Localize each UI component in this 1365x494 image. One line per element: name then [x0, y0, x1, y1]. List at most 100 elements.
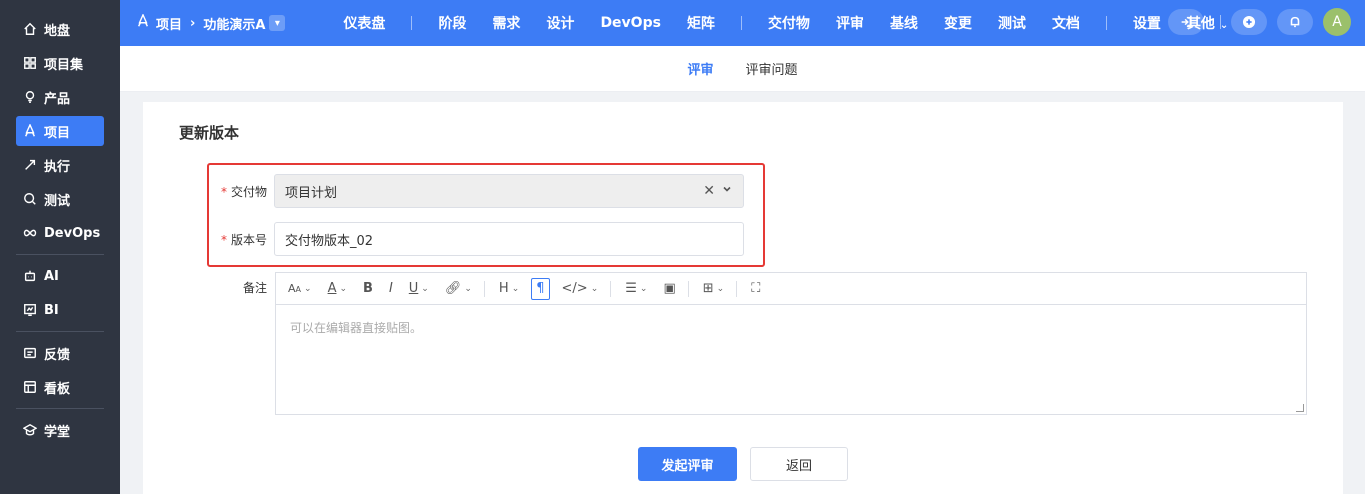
- nav-divider: [411, 16, 413, 30]
- sidebar-item-label: 学堂: [44, 424, 71, 440]
- clear-icon[interactable]: ✕: [703, 183, 715, 199]
- required-mark: *: [220, 185, 227, 199]
- toolbar-divider: [483, 280, 485, 297]
- nav-divider: [1220, 15, 1221, 29]
- note-label: 备注: [242, 281, 267, 295]
- sidebar-item-label: 反馈: [44, 347, 71, 363]
- deliverable-label-text: 交付物: [230, 185, 267, 199]
- sidebar-item-devops[interactable]: DevOps: [16, 218, 104, 248]
- nav-item-doc[interactable]: 文档: [1052, 13, 1080, 33]
- font-size-icon[interactable]: AA ⌄: [284, 278, 316, 300]
- sidebar-item-board[interactable]: 看板: [16, 372, 104, 402]
- run-icon: [22, 157, 38, 173]
- toolbar-divider: [687, 280, 689, 297]
- home-icon: [22, 21, 38, 37]
- sidebar-item-label: 看板: [44, 381, 71, 397]
- bell-icon[interactable]: [1277, 9, 1313, 35]
- link-icon[interactable]: 🔗︎ ⌄: [441, 278, 476, 300]
- version-label: * 版本号: [207, 231, 267, 248]
- sidebar-item-dashboard[interactable]: 地盘: [16, 14, 104, 44]
- sidebar-item-label: 执行: [44, 159, 71, 175]
- chevron-down-icon[interactable]: ▾: [269, 15, 286, 31]
- sidebar-item-school[interactable]: 学堂: [16, 415, 104, 445]
- feedback-icon: [22, 345, 38, 361]
- nav-item-stage[interactable]: 阶段: [438, 13, 466, 33]
- underline-icon[interactable]: U ⌄: [405, 278, 433, 300]
- robot-icon: [22, 268, 38, 284]
- rocket-icon: [136, 13, 156, 32]
- breadcrumb: 项目 › 功能演示A ▾: [120, 13, 286, 33]
- nav-divider: [740, 16, 742, 30]
- sidebar-item-feedback[interactable]: 反馈: [16, 338, 104, 368]
- nav-item-requirement[interactable]: 需求: [492, 13, 520, 33]
- nav-right: A: [1158, 8, 1351, 36]
- tab-review-issues[interactable]: 评审问题: [746, 59, 798, 78]
- nav-item-matrix[interactable]: 矩阵: [687, 13, 715, 33]
- nav-item-devops[interactable]: DevOps: [600, 15, 661, 31]
- table-icon[interactable]: ⊞ ⌄: [699, 278, 728, 300]
- nav-item-design[interactable]: 设计: [546, 13, 574, 33]
- sidebar-item-label: 项目集: [44, 57, 84, 73]
- required-mark: *: [220, 233, 227, 247]
- top-nav: 项目 › 功能演示A ▾ 仪表盘 阶段 需求 设计 DevOps 矩阵 交付物 …: [120, 0, 1365, 46]
- sidebar-item-test[interactable]: 测试: [16, 184, 104, 214]
- editor-body[interactable]: 可以在编辑器直接贴图。: [276, 305, 1306, 350]
- sidebar-item-label: 地盘: [44, 23, 71, 39]
- back-button[interactable]: 返回: [750, 447, 848, 481]
- nav-divider: [1105, 16, 1107, 30]
- submit-review-button[interactable]: 发起评审: [638, 447, 737, 481]
- version-input[interactable]: 交付物版本_02: [274, 222, 744, 256]
- sidebar-item-label: DevOps: [44, 225, 101, 241]
- nav-item-baseline[interactable]: 基线: [890, 13, 918, 33]
- font-color-icon[interactable]: A ⌄: [324, 278, 351, 300]
- resize-handle[interactable]: [1296, 404, 1304, 412]
- exit-icon[interactable]: [1168, 9, 1204, 35]
- nav-item-dashboard[interactable]: 仪表盘: [343, 13, 385, 33]
- deliverable-select[interactable]: 项目计划 ✕: [274, 174, 744, 208]
- version-value: 交付物版本_02: [285, 233, 374, 249]
- sidebar-divider: [16, 331, 104, 332]
- nav-item-deliverable[interactable]: 交付物: [768, 13, 810, 33]
- add-icon[interactable]: [1231, 9, 1267, 35]
- bulb-icon: [22, 89, 38, 105]
- nav-item-settings[interactable]: 设置: [1133, 13, 1161, 33]
- chart-icon: [22, 302, 38, 318]
- sidebar-item-program[interactable]: 项目集: [16, 48, 104, 78]
- italic-icon[interactable]: I: [385, 278, 397, 300]
- sidebar: 地盘 项目集 产品 项目 执行 测试 DevOps AI BI 反馈 看板 学堂: [0, 0, 120, 494]
- version-label-text: 版本号: [230, 233, 267, 247]
- image-icon[interactable]: ▣: [659, 278, 679, 300]
- grid-icon: [22, 55, 38, 71]
- sidebar-item-project[interactable]: 项目: [16, 116, 104, 146]
- toolbar-divider: [736, 280, 738, 297]
- paragraph-icon[interactable]: ¶: [531, 277, 550, 300]
- breadcrumb-project[interactable]: 功能演示A: [203, 14, 265, 33]
- editor-toolbar: AA ⌄ A ⌄ B I U ⌄ 🔗︎ ⌄ H ⌄ ¶ </> ⌄ ☰ ⌄ ▣ ⊞ ⌄ ⛶: [276, 273, 1306, 305]
- sidebar-item-label: 产品: [44, 91, 71, 107]
- page-title: 更新版本: [179, 124, 240, 142]
- nav-item-change[interactable]: 变更: [944, 13, 972, 33]
- chevron-down-icon[interactable]: [721, 183, 735, 197]
- fullscreen-icon[interactable]: ⛶: [747, 278, 764, 300]
- sidebar-item-product[interactable]: 产品: [16, 82, 104, 112]
- list-icon[interactable]: ☰ ⌄: [621, 278, 651, 300]
- editor-placeholder: 可以在编辑器直接贴图。: [290, 321, 423, 335]
- board-icon: [22, 379, 38, 395]
- tab-review[interactable]: 评审: [687, 59, 713, 78]
- chevron-right-icon: ›: [190, 15, 196, 31]
- nav-item-test[interactable]: 测试: [998, 13, 1026, 33]
- search-icon: [22, 191, 38, 207]
- code-icon[interactable]: </> ⌄: [558, 278, 603, 300]
- rocket-icon: [22, 123, 38, 139]
- nav-item-review[interactable]: 评审: [836, 13, 864, 33]
- bold-icon[interactable]: B: [359, 278, 377, 300]
- breadcrumb-root[interactable]: 项目: [156, 14, 182, 33]
- sidebar-item-label: 项目: [44, 125, 71, 141]
- sidebar-divider: [16, 254, 104, 255]
- avatar[interactable]: A: [1323, 8, 1351, 36]
- sidebar-item-execution[interactable]: 执行: [16, 150, 104, 180]
- sidebar-item-bi[interactable]: BI: [16, 295, 104, 325]
- heading-icon[interactable]: H ⌄: [495, 278, 523, 300]
- toolbar-divider: [610, 280, 612, 297]
- sidebar-item-ai[interactable]: AI: [16, 261, 104, 291]
